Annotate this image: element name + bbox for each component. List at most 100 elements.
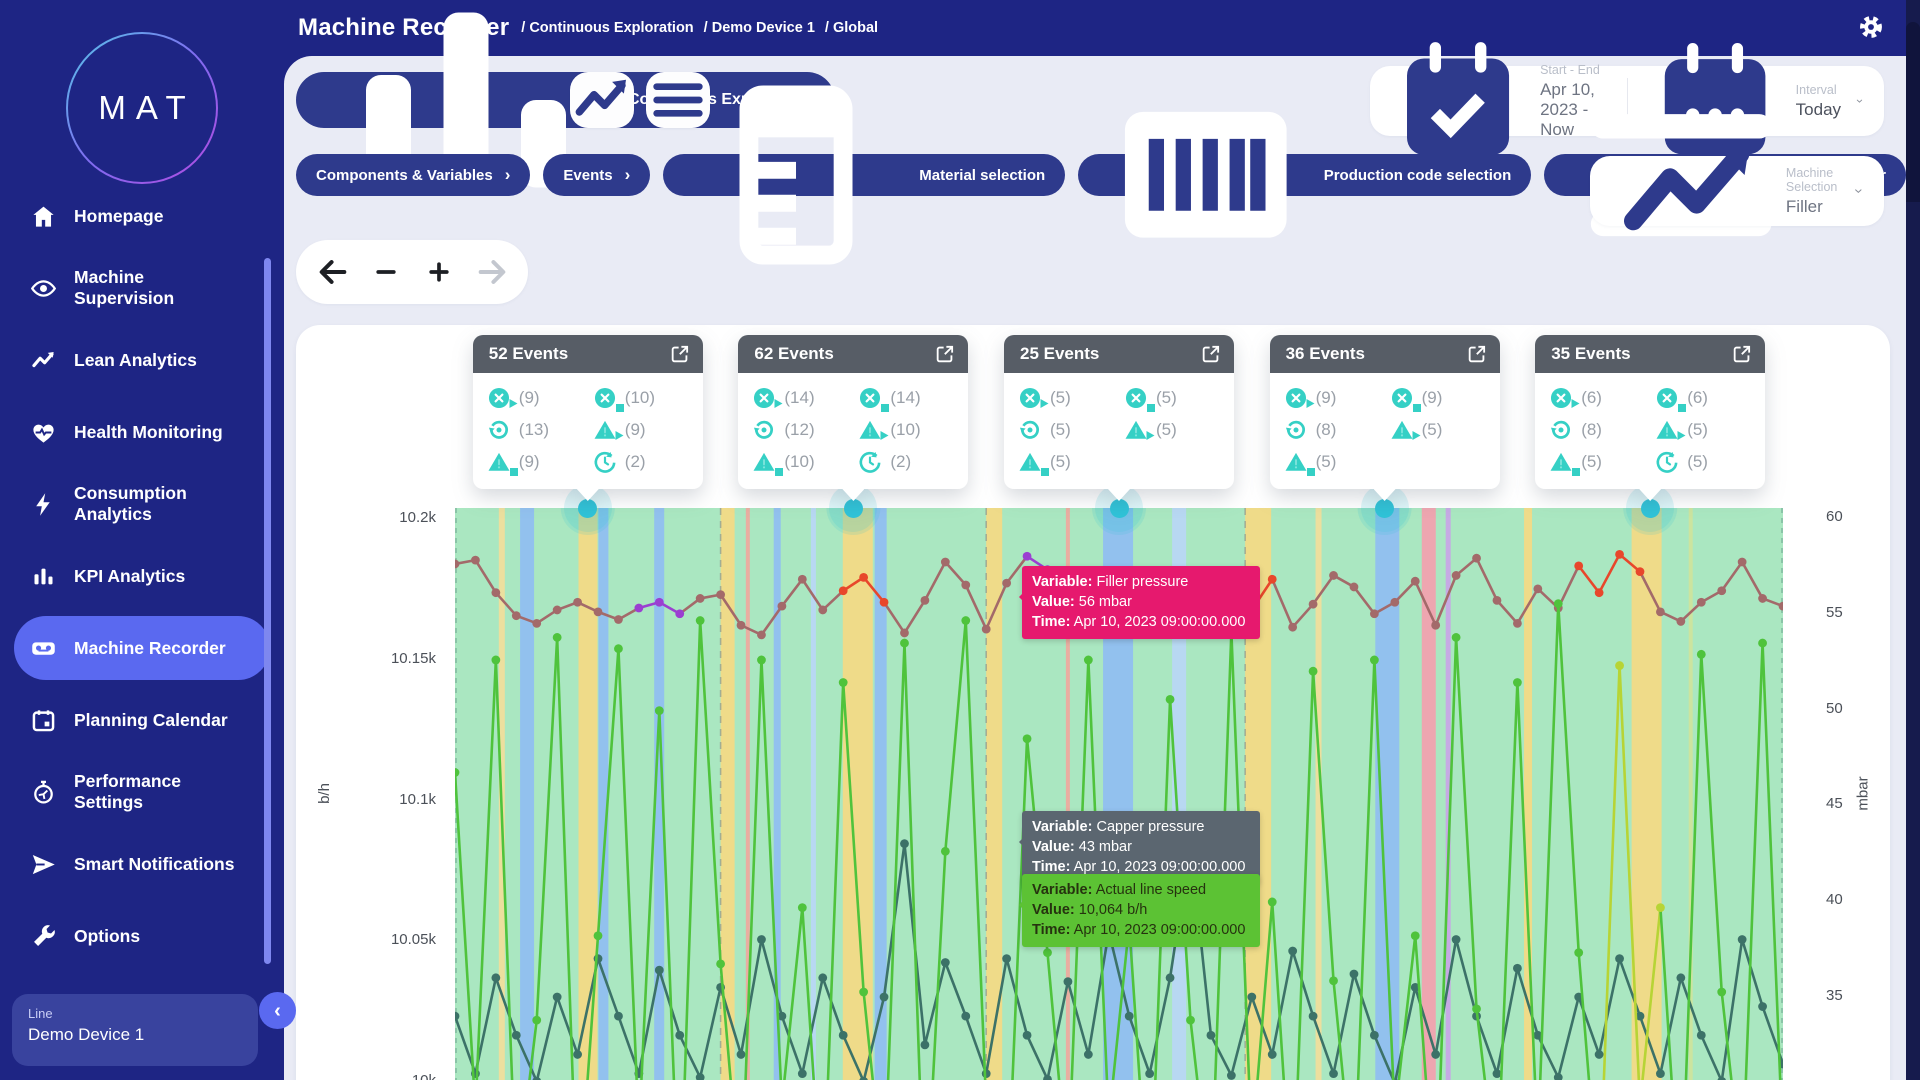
- page-scrollbar-thumb[interactable]: [1906, 22, 1920, 202]
- sidebar-item-smart-notifications[interactable]: Smart Notifications: [0, 828, 284, 900]
- line-view-button[interactable]: [570, 72, 634, 128]
- sidebar-scrollbar[interactable]: [264, 258, 271, 964]
- event-marker-dot[interactable]: [1641, 499, 1660, 518]
- y-axis-tick-right: 35: [1826, 987, 1843, 1004]
- y-axis-tick-right: 60: [1826, 508, 1843, 525]
- device-card[interactable]: Line Demo Device 1: [12, 994, 258, 1066]
- sidebar-item-lean-analytics[interactable]: Lean Analytics: [0, 324, 284, 396]
- machine-selection-value: Filler: [1786, 197, 1837, 217]
- sidebar-item-label: Consumption Analytics: [74, 483, 244, 524]
- filter-chip-material-selection[interactable]: Material selection: [663, 154, 1065, 196]
- event-count-entry: (12): [752, 415, 852, 445]
- sidebar-item-consumption-analytics[interactable]: Consumption Analytics: [0, 468, 284, 540]
- event-card-header: 52 Events: [473, 335, 703, 373]
- app-root: MAT Homepage Machine Supervision Lean An…: [0, 0, 1920, 1080]
- y-axis-label-left: b/h: [316, 783, 333, 804]
- restart-icon: [1284, 418, 1308, 442]
- page-scrollbar-track[interactable]: [1906, 0, 1920, 1080]
- event-marker-dot[interactable]: [578, 499, 597, 518]
- event-count: (9): [519, 452, 540, 472]
- event-count-entry: (5): [1124, 383, 1224, 413]
- event-card-title: 25 Events: [1020, 344, 1200, 364]
- open-events-button[interactable]: [1466, 343, 1488, 365]
- event-count-entry: (8): [1284, 415, 1384, 445]
- eye-icon: [30, 275, 57, 302]
- chart-card[interactable]: Variable: Filler pressure Value: 56 mbar…: [296, 325, 1890, 1080]
- event-card-title: 52 Events: [489, 344, 669, 364]
- filter-chip-components-variables[interactable]: Components & Variables›: [296, 154, 530, 196]
- event-card[interactable]: 36 Events , (9) (8) (5): [1270, 335, 1500, 489]
- chart-navigation-toolbar: [296, 240, 528, 304]
- breadcrumb: / Continuous Exploration / Demo Device 1 /…: [521, 20, 878, 36]
- sidebar-item-machine-recorder[interactable]: Machine Recorder: [0, 612, 284, 684]
- open-events-button[interactable]: [1200, 343, 1222, 365]
- sidebar-item-kpi-analytics[interactable]: KPI Analytics: [0, 540, 284, 612]
- square-badge-icon: [1041, 468, 1049, 476]
- stop-play-icon: ,: [1549, 386, 1573, 410]
- event-count-entry: (10): [752, 447, 852, 477]
- y-axis-tick-right: 45: [1826, 795, 1843, 812]
- open-events-button[interactable]: [934, 343, 956, 365]
- interval-value: Today: [1796, 100, 1841, 120]
- sidebar-item-label: Machine Recorder: [74, 638, 244, 659]
- event-count: (10): [890, 420, 920, 440]
- sidebar-collapse-button[interactable]: ‹: [259, 992, 296, 1029]
- sidebar-item-performance-settings[interactable]: Performance Settings: [0, 756, 284, 828]
- sidebar-item-label: Health Monitoring: [74, 422, 244, 443]
- event-count: (10): [784, 452, 814, 472]
- calendar-icon: [30, 707, 57, 734]
- event-card-body: , (9) (8) (5) (9) ,: [1270, 373, 1500, 489]
- zoom-in-button[interactable]: [422, 255, 456, 289]
- play-badge-icon: ,: [1412, 427, 1421, 445]
- gauge-icon: [30, 779, 57, 806]
- play-badge-icon: ,: [1677, 427, 1686, 445]
- stop-square-icon: [1124, 386, 1148, 410]
- breadcrumb-item[interactable]: / Global: [825, 20, 878, 36]
- warn-play-icon: ,: [1655, 418, 1679, 442]
- stop-play-icon: ,: [1018, 386, 1042, 410]
- trend-line-icon: [570, 68, 634, 132]
- event-marker-dot[interactable]: [1375, 499, 1394, 518]
- restart-icon: [487, 418, 511, 442]
- event-count-entry: (10): [593, 383, 693, 413]
- sidebar-nav: Homepage Machine Supervision Lean Analyt…: [0, 180, 284, 972]
- event-count-entry: , (5): [1655, 415, 1755, 445]
- event-count-entry: , (14): [752, 383, 852, 413]
- open-events-button[interactable]: [1731, 343, 1753, 365]
- sidebar-item-machine-supervision[interactable]: Machine Supervision: [0, 252, 284, 324]
- play-badge-icon: ,: [1306, 395, 1315, 413]
- interval-label: Interval: [1796, 83, 1841, 97]
- y-axis-tick-right: 55: [1826, 604, 1843, 621]
- stop-square-icon: [1655, 386, 1679, 410]
- sidebar-item-planning-calendar[interactable]: Planning Calendar: [0, 684, 284, 756]
- pan-left-button[interactable]: [316, 255, 350, 289]
- filter-chip-production-code-selection[interactable]: Production code selection: [1078, 154, 1531, 196]
- square-badge-icon: [616, 404, 624, 412]
- event-count-entry: (2): [858, 447, 958, 477]
- breadcrumb-item[interactable]: / Demo Device 1: [704, 20, 815, 36]
- zoom-out-button[interactable]: [369, 255, 403, 289]
- event-marker-dot[interactable]: [1110, 499, 1129, 518]
- event-count: (14): [890, 388, 920, 408]
- event-card-header: 36 Events: [1270, 335, 1500, 373]
- event-card[interactable]: 25 Events , (5) (5) (5): [1004, 335, 1234, 489]
- chevron-right-icon: ›: [505, 165, 511, 185]
- event-card-title: 36 Events: [1286, 344, 1466, 364]
- sidebar-item-health-monitoring[interactable]: Health Monitoring: [0, 396, 284, 468]
- event-card-title: 62 Events: [754, 344, 934, 364]
- event-count: (9): [625, 420, 646, 440]
- machine-selection-dropdown[interactable]: Machine Selection Filler: [1590, 156, 1884, 226]
- sidebar-item-options[interactable]: Options: [0, 900, 284, 972]
- event-card[interactable]: 35 Events , (6) (8) (5): [1535, 335, 1765, 489]
- y-axis-tick-left: 10.2k: [376, 509, 436, 526]
- event-card[interactable]: 52 Events , (9) (13) (9: [473, 335, 703, 489]
- event-count: (6): [1581, 388, 1602, 408]
- event-card[interactable]: 62 Events , (14) (12) (: [738, 335, 968, 489]
- event-marker-dot[interactable]: [844, 499, 863, 518]
- sidebar-item-homepage[interactable]: Homepage: [0, 180, 284, 252]
- breadcrumb-item[interactable]: / Continuous Exploration: [521, 20, 693, 36]
- filter-chip-events[interactable]: Events›: [543, 154, 650, 196]
- pan-right-button-disabled[interactable]: [475, 255, 509, 289]
- event-card-header: 25 Events: [1004, 335, 1234, 373]
- open-events-button[interactable]: [669, 343, 691, 365]
